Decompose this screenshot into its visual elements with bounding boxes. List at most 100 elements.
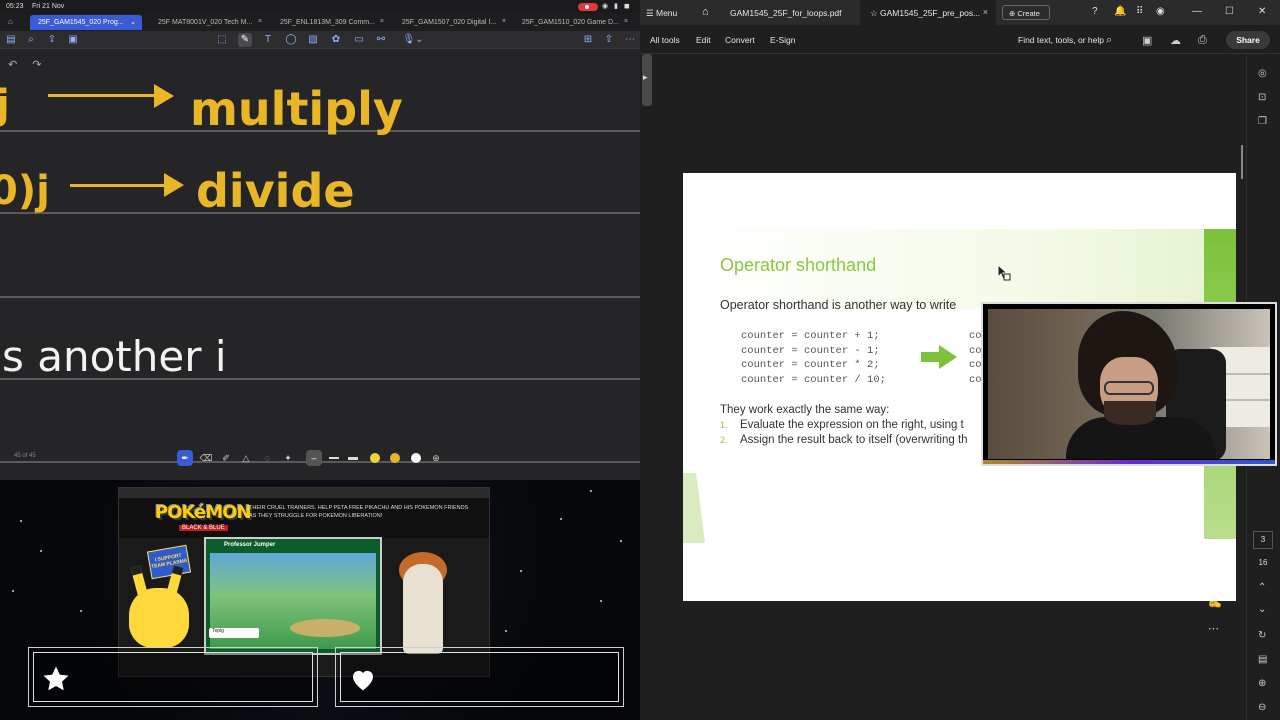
list-item: 2. Assign the result back to itself (over… [720,434,968,446]
close-icon[interactable]: × [502,18,506,25]
chevron-down-icon[interactable]: ⌄ [1258,604,1266,615]
scrollbar-thumb[interactable] [1241,145,1243,179]
sticker-icon[interactable]: ✿ [329,33,343,47]
status-time: 05:23 [6,3,24,10]
menu-button[interactable]: ☰ Menu [646,8,677,19]
recording-indicator-icon [578,3,598,11]
code-line: counter = counter + 1; [741,330,880,342]
chevron-up-icon[interactable]: ⌃ [1258,582,1266,593]
share-button[interactable]: Share [1226,31,1270,49]
upload-icon[interactable]: ☁ [1170,34,1181,47]
close-icon[interactable]: × [983,7,988,17]
maximize-icon[interactable]: ☐ [1225,6,1234,17]
slide-subheading: They work exactly the same way: [720,404,890,416]
more-icon[interactable]: ⋯ [623,33,637,47]
close-icon[interactable]: × [258,18,262,25]
mic-icon[interactable]: 🎙⌄ [402,33,424,47]
minimize-icon[interactable]: — [1192,6,1202,17]
undo-icon[interactable]: ↶ [8,59,17,71]
thick-line-icon[interactable] [348,457,358,460]
color-yellow[interactable] [390,453,400,463]
tab-note-1[interactable]: 25F_GAM1545_020 Prog... ⌄ [30,15,142,30]
close-icon[interactable]: × [624,18,628,25]
lasso-icon[interactable]: ⬚ [215,33,229,47]
fountain-pen-icon[interactable]: ✒ [177,450,193,466]
redo-icon[interactable]: ↷ [32,59,41,71]
sidebar-icon[interactable]: ▤ [4,33,18,47]
zoom-out-icon[interactable]: ⊖ [1258,702,1266,713]
page-number-input[interactable]: 3 [1253,531,1273,549]
tab-note-5[interactable]: 25F_GAM1510_020 Game D... × [514,15,634,30]
star-icon[interactable]: ☆ [870,8,880,18]
tab-note-4[interactable]: 25F_GAM1507_020 Digital I... × [394,15,512,30]
search-icon[interactable]: ⌕ [24,33,38,47]
tab-label: GAM1545_25F_pre_pos... [879,8,981,18]
bell-icon[interactable]: 🔔 [1114,6,1126,17]
search-icon[interactable]: ⌕ [1106,34,1112,47]
find-input[interactable]: Find text, tools, or help [1018,35,1104,45]
thin-line-icon[interactable]: – [306,450,322,466]
browser-chrome [119,488,489,498]
system-status-icons: ◉ ▮ ◼ [602,3,632,10]
pages-icon[interactable]: ❐ [1258,116,1267,127]
close-window-icon[interactable]: ✕ [1258,6,1266,17]
handwriting-line3: s another i [2,332,227,381]
collapse-panel-handle[interactable] [642,54,652,106]
tab-label: 25F MAT8001V_020 Tech M... [158,19,253,26]
chevron-down-icon[interactable]: ⌄ [130,18,136,26]
menu-convert[interactable]: Convert [725,35,755,45]
refresh-icon[interactable]: ↻ [1258,630,1266,641]
tab-note-2[interactable]: 25F MAT8001V_020 Tech M... × [150,15,268,30]
avatar[interactable]: ◉ [1156,6,1165,17]
arrow-head-icon [164,173,184,197]
mouse-cursor-icon [997,264,1011,281]
star-icon [43,666,69,691]
close-icon[interactable]: × [380,18,384,25]
laser-icon[interactable]: ✦ [280,450,296,466]
battle-hud: Tepig [209,628,259,638]
color-yellow-light[interactable] [370,453,380,463]
add-color-icon[interactable]: ⊕ [428,450,444,466]
comment-icon[interactable]: ◎ [1258,68,1267,79]
create-button[interactable]: ⊕ Create [1002,5,1050,20]
shapes-icon[interactable]: ◯ [284,33,298,47]
medium-line-icon[interactable] [329,457,339,459]
help-icon[interactable]: ? [1092,6,1098,17]
document-icon[interactable]: ▤ [1258,654,1267,665]
bookmark-icon[interactable]: ▣ [66,33,80,47]
image-icon[interactable]: ▨ [306,33,320,47]
color-white[interactable] [411,453,421,463]
apps-icon[interactable]: ⠿ [1136,6,1143,17]
list-number: 1. [720,420,728,430]
note-icon[interactable]: ▭ [352,33,366,47]
slide-title: Operator shorthand [720,255,877,275]
add-page-icon[interactable]: ⊞ [581,33,595,47]
highlighter-icon[interactable]: ✐ [218,450,234,466]
more-icon[interactable]: ⋯ [1208,622,1219,635]
export-icon[interactable]: ⇧ [602,33,616,47]
menu-esign[interactable]: E-Sign [770,35,796,45]
link-icon[interactable]: ⚯ [374,33,388,47]
save-icon[interactable]: ▣ [1142,34,1152,47]
print-icon[interactable]: ⎙ [1198,34,1207,47]
menu-edit[interactable]: Edit [696,35,711,45]
shape-pen-icon[interactable]: △ [238,450,254,466]
home-icon[interactable]: ⌂ [8,17,13,26]
bookmark-icon[interactable]: ⊡ [1258,92,1266,103]
slide-accent-corner [683,473,705,543]
list-item: 1. Evaluate the expression on the right, … [720,419,964,431]
page-total: 16 [1258,558,1268,567]
home-icon[interactable]: ⌂ [702,6,709,18]
pen-icon[interactable]: ✎ [238,33,252,47]
text-icon[interactable]: T [261,33,275,47]
tab-note-3[interactable]: 25F_ENL1813M_309 Comm... × [272,15,390,30]
tab-pdf-for-loops[interactable]: GAM1545_25F_for_loops.pdf [720,0,858,25]
zoom-in-icon[interactable]: ⊕ [1258,678,1266,689]
share-icon[interactable]: ⇪ [45,33,59,47]
lasso-tool-icon[interactable]: ◌ [259,450,275,466]
eraser-icon[interactable]: ⌫ [198,450,214,466]
menu-all-tools[interactable]: All tools [650,35,680,45]
tab-pdf-pre-post[interactable]: ☆ GAM1545_25F_pre_pos... × [860,0,996,25]
slide-intro: Operator shorthand is another way to wri… [720,298,957,312]
protest-sign: I SUPPORT TEAM PLASMA [146,544,192,580]
